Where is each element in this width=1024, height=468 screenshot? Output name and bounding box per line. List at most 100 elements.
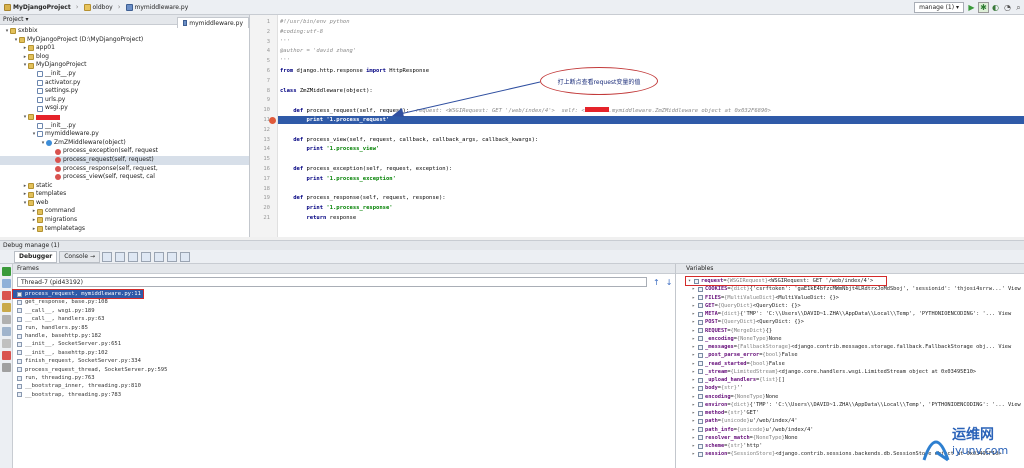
variable-row[interactable]: ▸ GET = {QueryDict} <QueryDict: {}> [676,302,1024,310]
tree-item-label: MyDjangoProject [36,61,87,69]
frame-row[interactable]: finish_request, SocketServer.py:334 [13,357,675,365]
tree-item-label: migrations [45,216,78,224]
tree-item[interactable]: __init__.py [0,70,249,79]
frame-row[interactable]: __call__, handlers.py:63 [13,315,675,323]
run-config-select[interactable]: manage (1) ▾ [914,2,964,13]
variable-name: _messages [705,344,734,350]
frame-row[interactable]: handle, basehttp.py:182 [13,332,675,340]
code-editor[interactable]: 1 2 3 4 5 6 7 8 9 10 11 12 13 14 15 16 17 18 19 20 21 #!/usr… [250,15,1024,237]
tab-console[interactable]: Console → [59,250,100,263]
tree-item[interactable]: ▸ command [0,207,249,216]
frame-label: handle, basehttp.py:182 [25,332,102,339]
mute-breakpoints-icon[interactable] [2,315,11,324]
variable-row[interactable]: ▸ encoding = {NoneType} None [676,393,1024,401]
breadcrumb-folder[interactable]: oldboy [80,2,117,13]
variable-row[interactable]: ▸ FILES = {MultiValueDict} <MultiValueDic… [676,294,1024,302]
debug-icon[interactable]: ✱ [978,2,989,13]
settings-icon[interactable] [2,327,11,336]
tree-item[interactable]: ▾ web [0,199,249,208]
tree-item[interactable]: wsgi.py [0,104,249,113]
close-icon[interactable] [2,351,11,360]
frame-row[interactable]: __bootstrap, threading.py:783 [13,391,675,399]
tree-item[interactable]: activator.py [0,79,249,88]
tree-item[interactable]: ▾ MyDjangoProject (D:\MyDjangoProject) [0,36,249,45]
pause-icon[interactable] [2,279,11,288]
run-to-cursor-icon[interactable] [167,251,177,262]
breakpoint-icon[interactable] [269,116,276,124]
variable-row[interactable]: ▸ _encoding = {NoneType} None [676,335,1024,343]
variable-row[interactable]: ▸ environ = {dict} {'TMP': 'C:\\Users\\DA… [676,401,1024,409]
frame-row[interactable]: run, threading.py:763 [13,374,675,382]
tree-item[interactable]: ▸ static [0,182,249,191]
resume-icon[interactable] [2,267,11,276]
breadcrumb-project[interactable]: MyDjangoProject [0,2,75,13]
frame-row[interactable]: __call__, wsgi.py:189 [13,307,675,315]
search-icon[interactable]: ⌕ [1013,2,1024,13]
tab-debugger[interactable]: Debugger [14,250,58,263]
variable-row[interactable]: ▸ POST = {QueryDict} <QueryDict: {}> [676,318,1024,326]
pin-icon[interactable] [2,339,11,348]
line-gutter[interactable]: 1 2 3 4 5 6 7 8 9 10 11 12 13 14 15 16 17 18 19 20 21 [250,15,278,237]
tree-item[interactable]: process_response(self, request, [0,165,249,174]
tree-item[interactable]: __init__.py [0,122,249,131]
up-arrow-icon[interactable]: ↑ [653,278,660,287]
tree-item[interactable]: process_view(self, request, cal [0,173,249,182]
coverage-icon[interactable]: ◐ [990,2,1001,13]
frame-icon [17,342,22,348]
frame-row[interactable]: process_request_thread, SocketServer.py:… [13,366,675,374]
tree-item[interactable]: process_request(self, request) [0,155,249,165]
step-into-icon[interactable] [128,251,138,262]
variable-value: {'TMP': 'C:\\Users\\DAVID~1.ZHA\\AppData… [749,401,1021,408]
frame-label: __bootstrap, threading.py:783 [25,391,122,398]
tree-item[interactable]: ▸ templates [0,190,249,199]
frame-row[interactable]: process_request, mymiddleware.py:11 [12,288,144,300]
tree-item[interactable]: ▾ ZmZMiddleware(object) [0,139,249,148]
frame-row[interactable]: __init__, SocketServer.py:651 [13,340,675,348]
variable-name: REQUEST [705,327,728,334]
variable-row[interactable]: ▾ request = {WSGIRequest} <WSGIRequest: G… [685,275,887,287]
tree-item[interactable]: ▾ MyDjangoProject [0,61,249,70]
tree-item[interactable]: ▸ templatetags [0,225,249,234]
variable-row[interactable]: ▸ _read_started = {bool} False [676,360,1024,368]
breadcrumb-file[interactable]: mymiddleware.py [122,2,193,13]
down-arrow-icon[interactable]: ↓ [666,278,673,287]
frame-row[interactable]: __init__, basehttp.py:102 [13,349,675,357]
tree-item-label: ZmZMiddleware(object) [54,138,126,146]
evaluate-expression-icon[interactable] [180,251,190,262]
tree-item[interactable]: ▸ app01 [0,44,249,53]
variable-row[interactable]: ▸ method = {str} 'GET' [676,409,1024,417]
show-execution-point-icon[interactable] [102,251,112,262]
view-breakpoints-icon[interactable] [2,303,11,312]
thread-select[interactable]: Thread-7 (pid43192) [17,277,647,287]
variable-row[interactable]: ▸ COOKIES = {dict} {'csrftoken': 'gaE1kE4… [676,285,1024,293]
run-icon[interactable]: ▶ [966,2,977,13]
variable-row[interactable]: ▸ _upload_handlers = {list} [] [676,376,1024,384]
tree-item[interactable]: urls.py [0,96,249,105]
tab-mymiddleware[interactable]: mymiddleware.py [177,17,249,28]
tree-item[interactable]: ▾ [0,113,249,122]
tree-item[interactable]: process_exception(self, request [0,147,249,156]
tree-item[interactable]: settings.py [0,87,249,96]
frame-row[interactable]: run, handlers.py:85 [13,324,675,332]
tree-item[interactable]: ▸ migrations [0,216,249,225]
code-line: ''' [280,58,290,65]
help-icon[interactable] [2,363,11,372]
variable-row[interactable]: ▸ _stream = {LimitedStream} <django.core.… [676,368,1024,376]
variable-icon [698,344,703,350]
frame-row[interactable]: __bootstrap_inner, threading.py:810 [13,382,675,390]
tree-item[interactable]: ▾ mymiddleware.py [0,130,249,139]
tree-item[interactable]: ▾ sxbbix [0,27,249,36]
variable-row[interactable]: ▸ _messages = {FallbackStorage} <django.c… [676,343,1024,351]
frame-row[interactable]: get_response, base.py:108 [13,298,675,306]
step-into-my-code-icon[interactable] [141,251,151,262]
stop-icon[interactable] [2,291,11,300]
variable-row[interactable]: ▸ body = {str} '' [676,384,1024,392]
variable-value: {} [765,327,773,334]
variable-row[interactable]: ▸ REQUEST = {MergeDict} {} [676,327,1024,335]
variable-row[interactable]: ▸ META = {dict} {'TMP': 'C:\\Users\\DAVID… [676,310,1024,318]
variable-row[interactable]: ▸ _post_parse_error = {bool} False [676,351,1024,359]
step-over-icon[interactable] [115,251,125,262]
step-out-icon[interactable] [154,251,164,262]
profile-icon[interactable]: ◔ [1002,2,1013,13]
tree-item[interactable]: ▸ blog [0,53,249,62]
